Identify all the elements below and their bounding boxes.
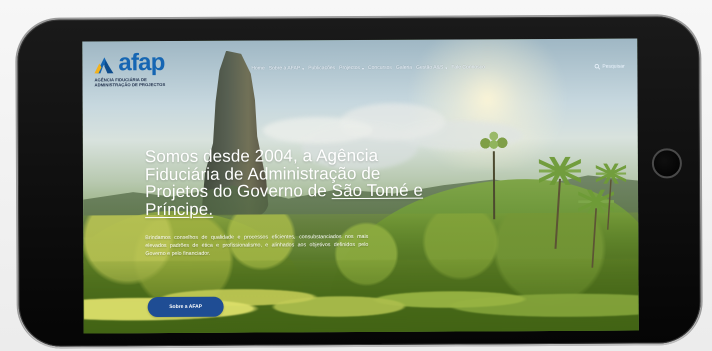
nav-publications-label: Publicações — [308, 65, 336, 72]
foreground-foliage — [83, 258, 639, 334]
logo-mark-icon — [94, 57, 114, 74]
hero-title-line-3: Projetos do Governo de — [145, 181, 332, 202]
tablet-mockup-stage: afap AGÊNCIA FIDUCIÁRIA DE ADMINISTRAÇÃO… — [0, 0, 712, 351]
site-search[interactable]: Pesquisar — [594, 63, 625, 70]
nav-contact[interactable]: Fale Connosco — [451, 64, 485, 71]
nav-home[interactable]: Home — [251, 65, 265, 72]
nav-contact-label: Fale Connosco — [451, 64, 485, 71]
nav-home-label: Home — [251, 65, 265, 72]
main-navigation: Home Sobre a AFAP ▾ Publicações Projecto… — [251, 64, 485, 72]
about-afap-button[interactable]: Sobre a AFAP — [147, 296, 224, 318]
nav-projects-label: Projectos — [339, 64, 361, 72]
website-screen: afap AGÊNCIA FIDUCIÁRIA DE ADMINISTRAÇÃO… — [82, 38, 639, 334]
tree-trunk — [492, 151, 496, 220]
nav-management-label: Gestão A&S — [416, 64, 444, 71]
search-label: Pesquisar — [602, 63, 625, 70]
palm-stem — [554, 178, 561, 249]
nav-tenders[interactable]: Concursos — [367, 64, 392, 71]
site-header: afap AGÊNCIA FIDUCIÁRIA DE ADMINISTRAÇÃO… — [82, 39, 637, 97]
tall-tree — [479, 131, 508, 220]
palm-tree — [538, 156, 582, 249]
country-link-part-1[interactable]: São Tomé e — [332, 181, 424, 200]
brand-subtitle: AGÊNCIA FIDUCIÁRIA DE ADMINISTRAÇÃO DE P… — [94, 77, 214, 88]
nav-about[interactable]: Sobre a AFAP ▾ — [268, 65, 305, 72]
chevron-down-icon: ▾ — [361, 65, 365, 71]
chevron-down-icon: ▾ — [302, 65, 305, 71]
hero-content: Somos desde 2004, a Agência Fiduciária d… — [145, 146, 436, 258]
chevron-down-icon: ▾ — [445, 65, 448, 71]
nav-gallery-label: Galeria — [395, 64, 413, 71]
nav-projects[interactable]: Projectos ▾ — [339, 64, 365, 72]
nav-management[interactable]: Gestão A&S ▾ — [416, 64, 448, 71]
palm-tree — [595, 163, 627, 230]
afap-logo[interactable]: afap AGÊNCIA FIDUCIÁRIA DE ADMINISTRAÇÃO… — [94, 49, 239, 93]
brand-name: afap — [118, 49, 165, 77]
hero-title: Somos desde 2004, a Agência Fiduciária d… — [145, 146, 435, 219]
tablet-device: afap AGÊNCIA FIDUCIÁRIA DE ADMINISTRAÇÃO… — [17, 16, 701, 347]
nav-tenders-label: Concursos — [367, 64, 392, 71]
hero-description: Brindamos conselhos de qualidade e proce… — [145, 233, 369, 257]
home-button[interactable] — [651, 148, 682, 179]
nav-publications[interactable]: Publicações — [308, 65, 336, 72]
palm-stem — [607, 179, 612, 230]
country-link-part-2[interactable]: Príncipe. — [145, 200, 213, 219]
nav-about-label: Sobre a AFAP — [268, 65, 301, 72]
brand-subtitle-line-2: ADMINISTRAÇÃO DE PROJECTOS — [94, 81, 166, 88]
nav-gallery[interactable]: Galeria — [395, 64, 413, 71]
search-icon — [594, 63, 601, 70]
